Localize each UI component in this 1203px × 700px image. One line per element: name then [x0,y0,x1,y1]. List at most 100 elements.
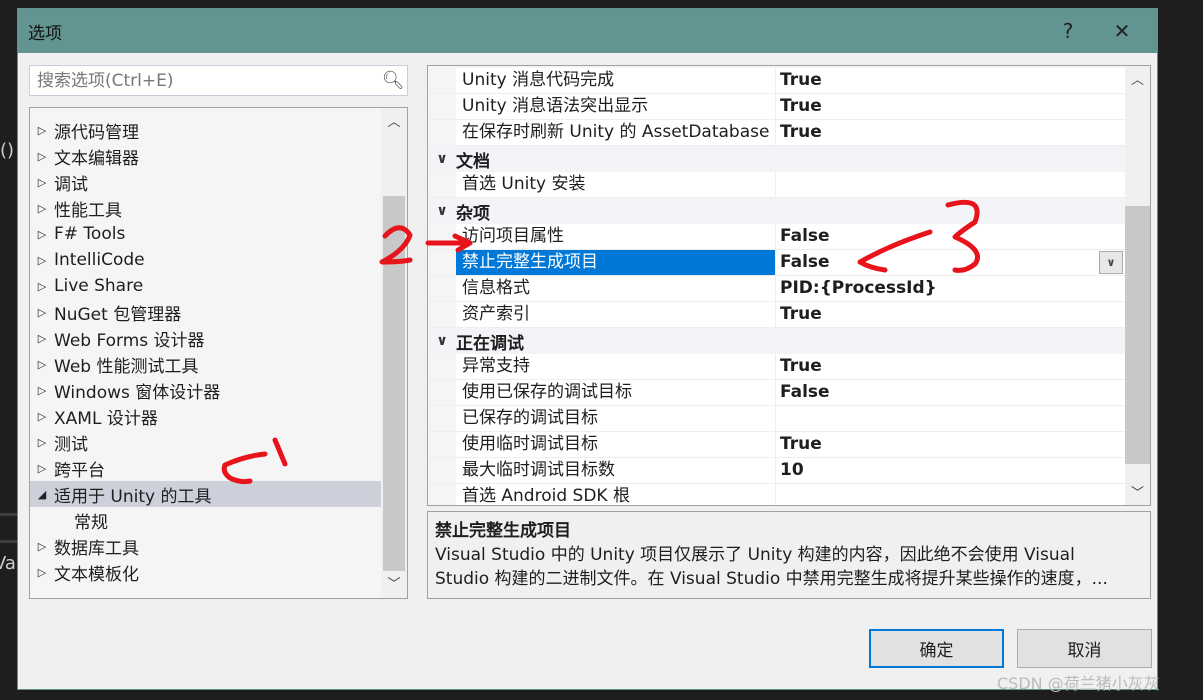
property-value[interactable]: True [776,302,1125,327]
property-name[interactable]: 使用临时调试目标 [456,432,776,457]
scroll-up-icon[interactable]: ︿ [1125,70,1150,92]
property-name[interactable]: 首选 Android SDK 根 [456,484,776,505]
property-row[interactable]: Unity 消息代码完成 True [428,68,1125,94]
property-name[interactable]: 信息格式 [456,276,776,301]
scrollbar-thumb[interactable] [1125,206,1150,464]
help-button[interactable]: ? [1051,15,1085,47]
property-value[interactable]: 10 [776,458,1125,483]
collapsed-arrow-icon[interactable]: ▷ [30,540,54,553]
tree-item[interactable]: ▷ Web Forms 设计器 [30,325,381,351]
property-value[interactable]: True [776,354,1125,379]
tree-scrollbar[interactable]: ︿ ﹀ [381,108,407,598]
property-row[interactable]: 使用已保存的调试目标 False [428,380,1125,406]
tree-item[interactable]: ▷ 测试 [30,429,381,455]
tree-item[interactable]: ▷ Live Share [30,273,381,299]
grid-scrollbar[interactable]: ︿ ﹀ [1125,66,1150,505]
property-row[interactable]: 已保存的调试目标 [428,406,1125,432]
property-name[interactable]: 已保存的调试目标 [456,406,776,431]
tree-item[interactable]: 常规 [30,507,381,533]
property-row[interactable]: Unity 消息语法突出显示 True [428,94,1125,120]
property-value[interactable]: True [776,94,1125,119]
dialog-title: 选项 [28,23,62,44]
property-name[interactable]: 在保存时刷新 Unity 的 AssetDatabase [456,120,776,145]
collapsed-arrow-icon[interactable]: ▷ [30,124,54,137]
property-name[interactable]: 最大临时调试目标数 [456,458,776,483]
collapsed-arrow-icon[interactable]: ▷ [30,358,54,371]
property-category[interactable]: ∨ 文档 [428,146,1125,172]
tree-item[interactable]: ▷ IntelliCode [30,247,381,273]
search-input[interactable] [30,66,379,95]
cancel-button[interactable]: 取消 [1017,629,1152,668]
property-row[interactable]: 异常支持 True [428,354,1125,380]
property-value[interactable]: True [776,120,1125,145]
tree-item[interactable]: ▷ 文本编辑器 [30,143,381,169]
collapsed-arrow-icon[interactable]: ▷ [30,332,54,345]
property-category[interactable]: ∨ 杂项 [428,198,1125,224]
search-icon[interactable]: 🔍︎ [379,70,407,91]
collapsed-arrow-icon[interactable]: ▷ [30,436,54,449]
tree-item[interactable]: ◢ 适用于 Unity 的工具 [30,481,381,507]
tree-item[interactable]: ▷ Web 性能测试工具 [30,351,381,377]
scroll-up-icon[interactable]: ︿ [381,112,407,134]
property-name[interactable]: 访问项目属性 [456,224,776,249]
dropdown-chevron-icon[interactable]: ∨ [1099,251,1123,274]
tree-item[interactable]: ▷ 文本模板化 [30,559,381,585]
collapsed-arrow-icon[interactable]: ▷ [30,410,54,423]
property-value[interactable]: True [776,68,1125,93]
property-row[interactable]: 信息格式 PID:{ProcessId} [428,276,1125,302]
scroll-down-icon[interactable]: ﹀ [1125,483,1150,505]
collapsed-arrow-icon[interactable]: ▷ [30,176,54,189]
property-value[interactable]: PID:{ProcessId} [776,276,1125,301]
scrollbar-thumb[interactable] [383,196,405,571]
property-value[interactable] [776,484,1125,505]
tree-item[interactable]: ▷ 数据库工具 [30,533,381,559]
property-value[interactable] [776,406,1125,431]
tree-item[interactable]: ▷ 源代码管理 [30,117,381,143]
close-button[interactable]: ✕ [1105,15,1139,47]
tree-item[interactable]: ▷ XAML 设计器 [30,403,381,429]
property-name[interactable]: 禁止完整生成项目 [456,250,776,275]
collapsed-arrow-icon[interactable]: ▷ [30,462,54,475]
collapsed-arrow-icon[interactable]: ▷ [30,150,54,163]
tree-item[interactable]: ▷ F# Tools [30,221,381,247]
property-value[interactable]: True [776,432,1125,457]
collapsed-arrow-icon[interactable]: ▷ [30,384,54,397]
property-value[interactable]: False [776,224,1125,249]
property-row[interactable]: 资产索引 True [428,302,1125,328]
property-row[interactable]: 禁止完整生成项目 False ∨ [428,250,1125,276]
tree-item[interactable]: ▷ 跨平台 [30,455,381,481]
ok-button[interactable]: 确定 [869,629,1004,668]
collapsed-arrow-icon[interactable]: ▷ [30,566,54,579]
chevron-down-icon[interactable]: ∨ [428,151,456,167]
expanded-arrow-icon[interactable]: ◢ [30,488,54,501]
scroll-down-icon[interactable]: ﹀ [381,574,407,596]
property-value[interactable]: False [776,380,1125,405]
collapsed-arrow-icon[interactable]: ▷ [30,202,54,215]
chevron-down-icon[interactable]: ∨ [428,333,456,349]
property-name[interactable]: 异常支持 [456,354,776,379]
property-row[interactable]: 首选 Unity 安装 [428,172,1125,198]
property-name[interactable]: Unity 消息代码完成 [456,68,776,93]
property-row[interactable]: 最大临时调试目标数 10 [428,458,1125,484]
property-name[interactable]: 资产索引 [456,302,776,327]
tree-item[interactable]: ▷ 性能工具 [30,195,381,221]
property-name[interactable]: 使用已保存的调试目标 [456,380,776,405]
collapsed-arrow-icon[interactable]: ▷ [30,280,54,293]
property-row[interactable]: 访问项目属性 False [428,224,1125,250]
tree-item[interactable]: ▷ 调试 [30,169,381,195]
tree-item[interactable]: ▷ Windows 窗体设计器 [30,377,381,403]
property-row[interactable]: 使用临时调试目标 True [428,432,1125,458]
property-row[interactable]: 在保存时刷新 Unity 的 AssetDatabase True [428,120,1125,146]
property-value[interactable]: False ∨ [776,250,1125,275]
property-category[interactable]: ∨ 正在调试 [428,328,1125,354]
tree-item-label: Web 性能测试工具 [54,356,199,377]
property-row[interactable]: 首选 Android SDK 根 [428,484,1125,505]
property-name[interactable]: 首选 Unity 安装 [456,172,776,197]
chevron-down-icon[interactable]: ∨ [428,203,456,219]
collapsed-arrow-icon[interactable]: ▷ [30,254,54,267]
property-name[interactable]: Unity 消息语法突出显示 [456,94,776,119]
property-value[interactable] [776,172,1125,197]
collapsed-arrow-icon[interactable]: ▷ [30,306,54,319]
collapsed-arrow-icon[interactable]: ▷ [30,228,54,241]
tree-item[interactable]: ▷ NuGet 包管理器 [30,299,381,325]
